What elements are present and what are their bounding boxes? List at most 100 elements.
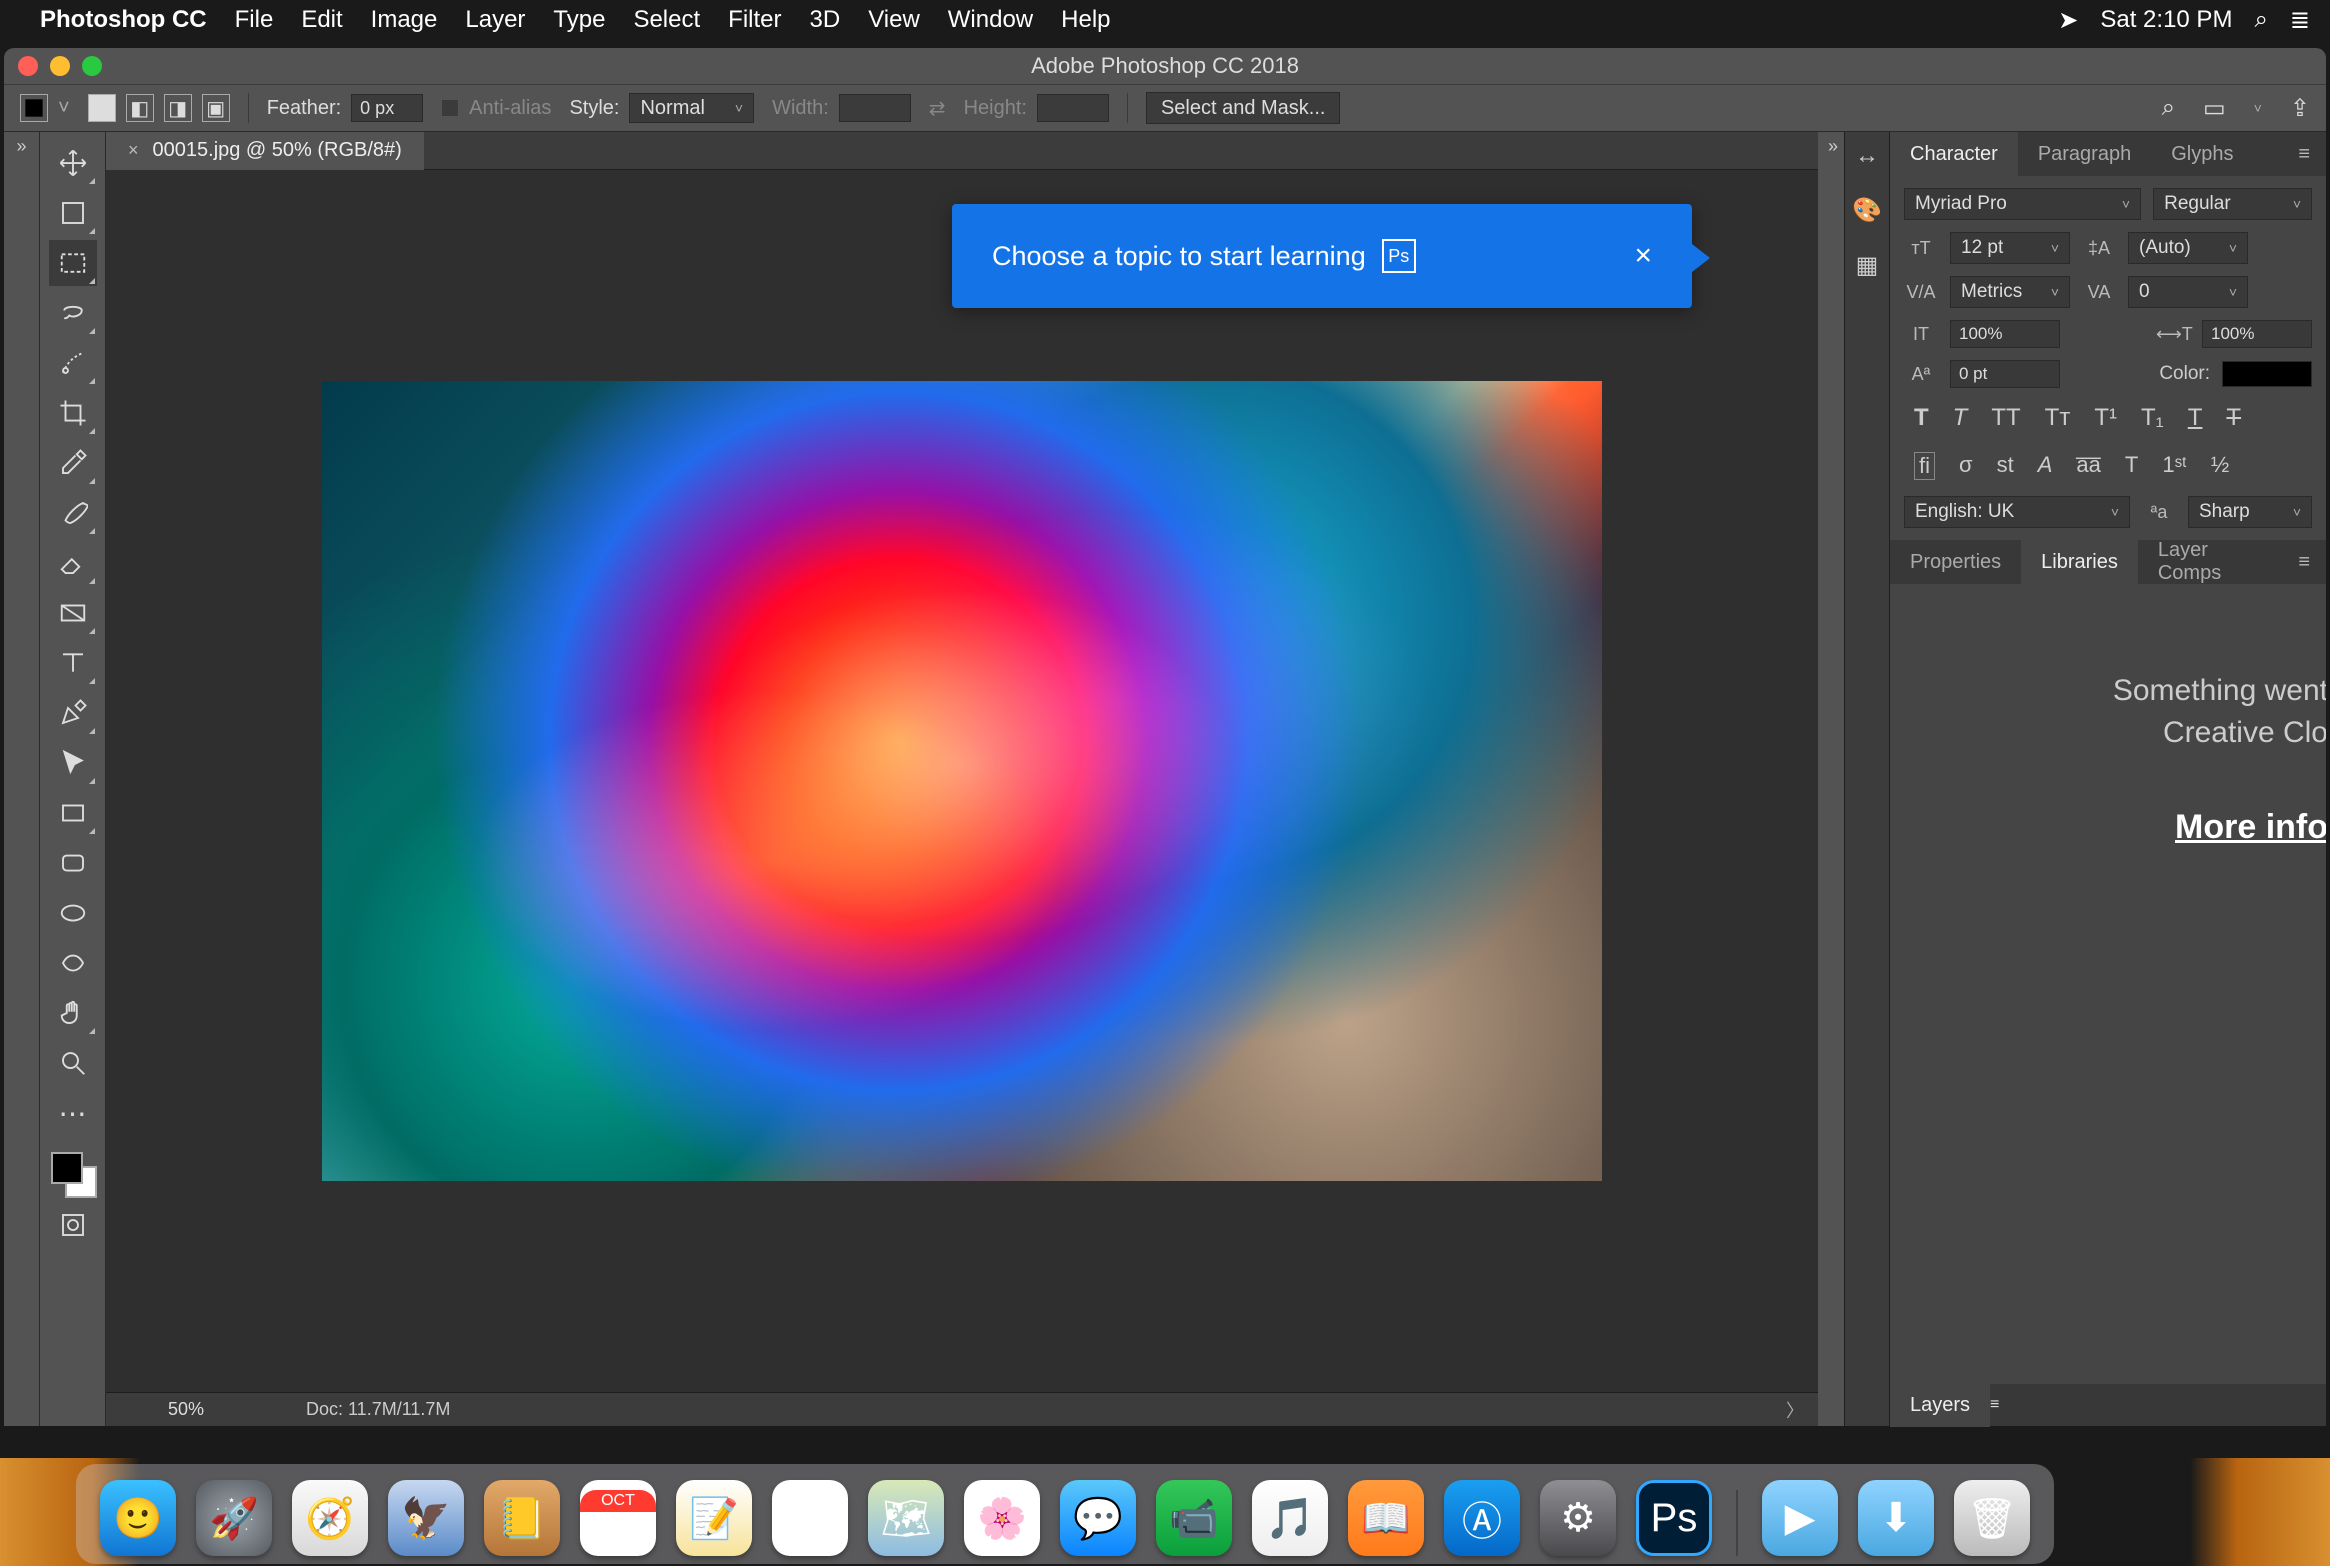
dock-trash[interactable]: 🗑 [1954, 1480, 2030, 1556]
allcaps-button[interactable]: TT [1991, 404, 2020, 432]
custom-shape-tool[interactable] [49, 940, 97, 986]
quick-mask-icon[interactable] [49, 1202, 97, 1248]
dock-photoshop[interactable]: Ps [1636, 1480, 1712, 1556]
titling-button[interactable]: T [2125, 452, 2138, 480]
crop-tool[interactable] [49, 390, 97, 436]
search-icon[interactable]: ⌕ [2162, 94, 2175, 122]
dock-notes[interactable]: 📝 [676, 1480, 752, 1556]
dock-messages[interactable]: 💬 [1060, 1480, 1136, 1556]
panel-expand-icon[interactable]: » [1818, 132, 1844, 161]
menu-3d[interactable]: 3D [810, 6, 841, 34]
expand-dock-icon[interactable]: » [12, 132, 30, 161]
share-icon[interactable]: ⇪ [2290, 94, 2310, 123]
rectangular-marquee-tool[interactable] [49, 240, 97, 286]
dock-facetime[interactable]: 📹 [1156, 1480, 1232, 1556]
dock-safari[interactable]: 🧭 [292, 1480, 368, 1556]
rectangle-tool[interactable] [49, 790, 97, 836]
menu-type[interactable]: Type [553, 6, 605, 34]
hscale-input[interactable] [2202, 320, 2312, 348]
strikethrough-button[interactable]: T [2226, 404, 2241, 432]
selection-add-icon[interactable]: ◧ [126, 94, 154, 122]
color-swatches[interactable] [49, 1150, 97, 1198]
contextual-alt-button[interactable]: σ [1959, 452, 1973, 480]
dock-launchpad[interactable]: 🚀 [196, 1480, 272, 1556]
rounded-rectangle-tool[interactable] [49, 840, 97, 886]
close-tab-icon[interactable]: × [128, 140, 139, 161]
menu-filter[interactable]: Filter [728, 6, 781, 34]
font-size-dropdown[interactable]: 12 pt [1950, 232, 2070, 264]
ordinals-button[interactable]: 1ˢᵗ [2162, 452, 2187, 480]
menubar-clock[interactable]: Sat 2:10 PM [2100, 6, 2232, 34]
vscale-input[interactable] [1950, 320, 2060, 348]
font-style-dropdown[interactable]: Regular [2153, 188, 2312, 220]
kerning-dropdown[interactable]: Metrics [1950, 276, 2070, 308]
menu-window[interactable]: Window [948, 6, 1033, 34]
dock-mail[interactable]: 🦅 [388, 1480, 464, 1556]
dock-finder[interactable]: 🙂 [100, 1480, 176, 1556]
tracking-dropdown[interactable]: 0 [2128, 276, 2248, 308]
lasso-tool[interactable] [49, 290, 97, 336]
edit-toolbar-icon[interactable]: ⋯ [49, 1090, 97, 1136]
selection-intersect-icon[interactable]: ▣ [202, 94, 230, 122]
dock-reminders[interactable]: ☑︎ [772, 1480, 848, 1556]
brush-tool[interactable] [49, 490, 97, 536]
dock-appstore[interactable]: Ⓐ [1444, 1480, 1520, 1556]
baseline-input[interactable] [1950, 360, 2060, 388]
discretionary-button[interactable]: st [1997, 452, 2014, 480]
dock-maps[interactable]: 🗺 [868, 1480, 944, 1556]
path-selection-tool[interactable] [49, 740, 97, 786]
gradient-tool[interactable] [49, 590, 97, 636]
color-panel-icon[interactable]: 🎨 [1852, 196, 1882, 225]
dock-system-preferences[interactable]: ⚙ [1540, 1480, 1616, 1556]
document-canvas[interactable] [322, 381, 1602, 1181]
ligatures-button[interactable]: fi [1914, 452, 1935, 480]
canvas-area[interactable] [106, 170, 1818, 1392]
tool-preset-picker[interactable] [20, 94, 48, 122]
tab-libraries[interactable]: Libraries [2021, 540, 2138, 584]
move-tool[interactable] [49, 140, 97, 186]
menu-help[interactable]: Help [1061, 6, 1110, 34]
dock-applications-folder[interactable]: ▶ [1762, 1480, 1838, 1556]
menu-edit[interactable]: Edit [301, 6, 342, 34]
hand-tool[interactable] [49, 990, 97, 1036]
faux-bold-button[interactable]: T [1914, 404, 1929, 432]
tab-layers[interactable]: Layers [1890, 1383, 1990, 1427]
selection-new-icon[interactable] [88, 94, 116, 122]
selection-subtract-icon[interactable]: ◨ [164, 94, 192, 122]
antialias-dropdown[interactable]: Sharp [2188, 496, 2312, 528]
stylistic-alt-button[interactable]: a̅a̅ [2076, 452, 2100, 480]
language-dropdown[interactable]: English: UK [1904, 496, 2130, 528]
document-tab[interactable]: × 00015.jpg @ 50% (RGB/8#) [106, 132, 424, 170]
menu-layer[interactable]: Layer [465, 6, 525, 34]
pen-tool[interactable] [49, 690, 97, 736]
panel-menu-icon[interactable]: ≡ [2282, 551, 2326, 574]
dock-calendar[interactable]: OCT21 [580, 1480, 656, 1556]
font-family-dropdown[interactable]: Myriad Pro [1904, 188, 2141, 220]
dock-ibooks[interactable]: 📖 [1348, 1480, 1424, 1556]
panel-menu-icon[interactable]: ≡ [2282, 143, 2326, 166]
panel-menu-icon[interactable]: ≡ [1990, 1396, 1999, 1414]
menu-file[interactable]: File [235, 6, 274, 34]
artboard-tool[interactable] [49, 190, 97, 236]
tab-properties[interactable]: Properties [1890, 540, 2021, 584]
tab-glyphs[interactable]: Glyphs [2151, 132, 2253, 176]
style-dropdown[interactable]: Normal [629, 93, 754, 123]
dock-photos[interactable]: 🌸 [964, 1480, 1040, 1556]
workspace-switcher-icon[interactable]: ▭ [2203, 94, 2226, 123]
app-menu[interactable]: Photoshop CC [40, 6, 207, 34]
subscript-button[interactable]: T₁ [2141, 404, 2164, 432]
doc-size-readout[interactable]: Doc: 11.7M/11.7M [266, 1399, 1772, 1420]
dock-contacts[interactable]: 📒 [484, 1480, 560, 1556]
menu-select[interactable]: Select [633, 6, 700, 34]
ellipse-tool[interactable] [49, 890, 97, 936]
menu-view[interactable]: View [868, 6, 920, 34]
superscript-button[interactable]: T¹ [2094, 404, 2117, 432]
swatches-panel-icon[interactable]: ▦ [1856, 251, 1879, 280]
libraries-more-info-link[interactable]: More info [2175, 808, 2326, 847]
tab-paragraph[interactable]: Paragraph [2018, 132, 2151, 176]
type-tool[interactable] [49, 640, 97, 686]
siri-icon[interactable]: ➤ [2058, 6, 2078, 35]
smallcaps-button[interactable]: Tᴛ [2045, 404, 2071, 432]
zoom-level[interactable]: 50% [106, 1399, 266, 1420]
faux-italic-button[interactable]: T [1953, 404, 1968, 432]
